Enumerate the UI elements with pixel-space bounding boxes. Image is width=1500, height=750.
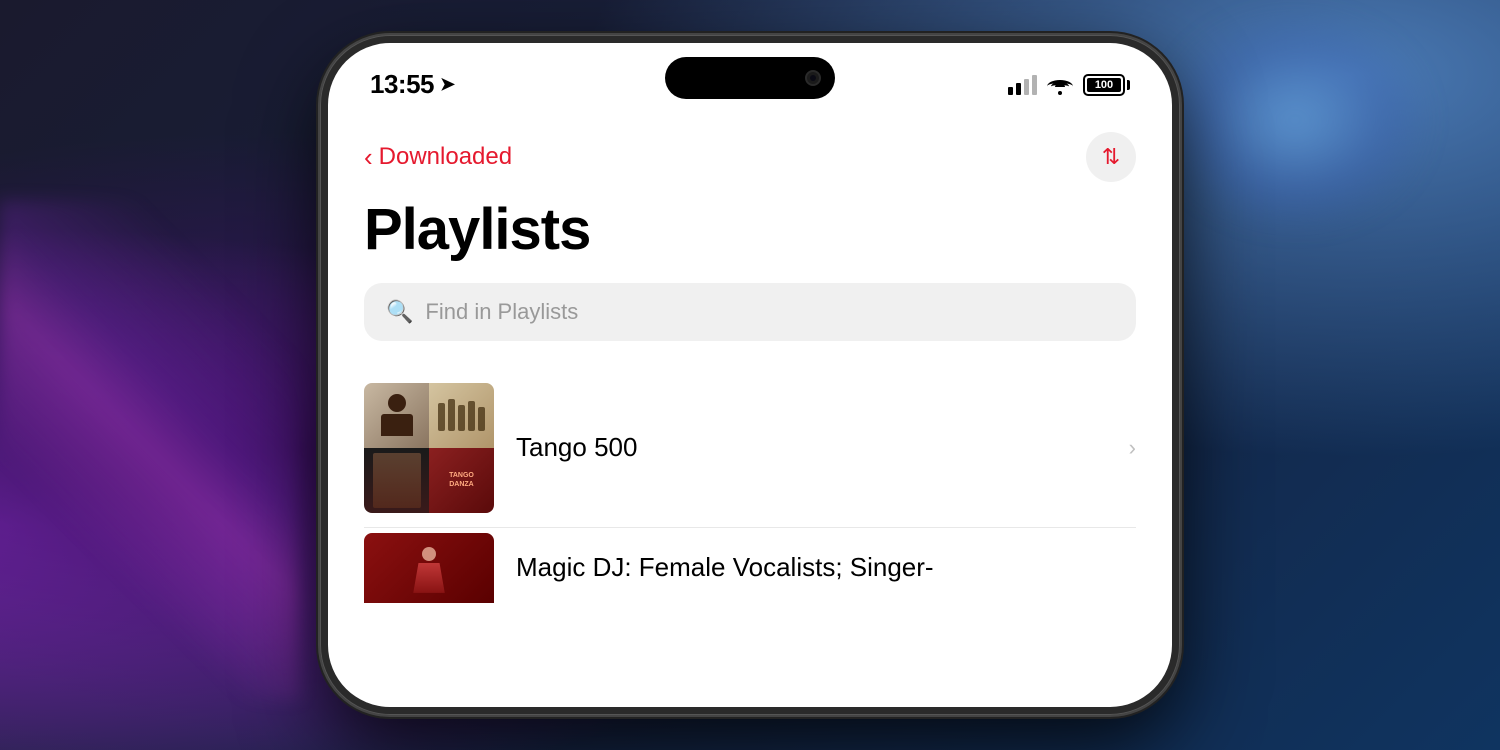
back-button[interactable]: ‹ Downloaded xyxy=(364,143,512,171)
dynamic-island xyxy=(665,57,835,99)
artwork-cell-2 xyxy=(429,383,494,448)
phone-screen: 13:55 ➤ xyxy=(328,43,1172,707)
back-label: Downloaded xyxy=(379,143,512,171)
wifi-icon xyxy=(1047,75,1073,95)
cell4-text: TANGODANZA xyxy=(449,471,474,489)
chevron-right-icon: › xyxy=(1129,435,1136,461)
signal-bar-1 xyxy=(1008,87,1013,95)
sort-button[interactable]: ⇅ xyxy=(1086,132,1136,182)
status-bar: 13:55 ➤ xyxy=(328,43,1172,108)
signal-strength-icon xyxy=(1008,75,1037,95)
artwork-cell-1 xyxy=(364,383,429,448)
battery-indicator: 100 xyxy=(1083,74,1130,96)
wifi-arc-small xyxy=(1055,84,1065,89)
sort-icon: ⇅ xyxy=(1102,144,1120,170)
list-item[interactable]: Magic DJ: Female Vocalists; Singer- xyxy=(364,528,1136,608)
artwork-cell-4: TANGODANZA xyxy=(429,448,494,513)
bg-blue-orb xyxy=(1170,20,1420,220)
playlist-info-2: Magic DJ: Female Vocalists; Singer- xyxy=(516,552,1136,583)
battery-tip xyxy=(1127,80,1130,90)
location-icon: ➤ xyxy=(440,74,455,95)
search-icon: 🔍 xyxy=(386,299,413,325)
bg-streaks xyxy=(0,200,300,700)
app-content: ‹ Downloaded ⇅ Playlists 🔍 Find in Playl… xyxy=(328,108,1172,608)
signal-bar-2 xyxy=(1016,83,1021,95)
nav-bar: ‹ Downloaded ⇅ xyxy=(364,118,1136,192)
playlist-artwork-magic-dj xyxy=(364,533,494,603)
time-display: 13:55 xyxy=(370,69,434,100)
page-title: Playlists xyxy=(364,200,1136,261)
wifi-dot xyxy=(1058,91,1062,95)
playlist-artwork-tango500: TANGODANZA xyxy=(364,383,494,513)
phone-frame: 13:55 ➤ xyxy=(320,35,1180,715)
status-right: 100 xyxy=(1008,74,1130,96)
signal-bar-4 xyxy=(1032,75,1037,95)
status-time: 13:55 ➤ xyxy=(370,69,455,100)
battery-level: 100 xyxy=(1083,79,1125,91)
playlist-info: Tango 500 xyxy=(516,432,1107,463)
camera-dot xyxy=(805,70,821,86)
artwork-cell-3 xyxy=(364,448,429,513)
list-item[interactable]: TANGODANZA Tango 500 › xyxy=(364,369,1136,528)
playlist-name: Tango 500 xyxy=(516,432,637,462)
back-chevron-icon: ‹ xyxy=(364,144,373,170)
playlist-name-2: Magic DJ: Female Vocalists; Singer- xyxy=(516,552,934,582)
search-bar[interactable]: 🔍 Find in Playlists xyxy=(364,283,1136,341)
signal-bar-3 xyxy=(1024,79,1029,95)
search-placeholder: Find in Playlists xyxy=(425,299,578,325)
